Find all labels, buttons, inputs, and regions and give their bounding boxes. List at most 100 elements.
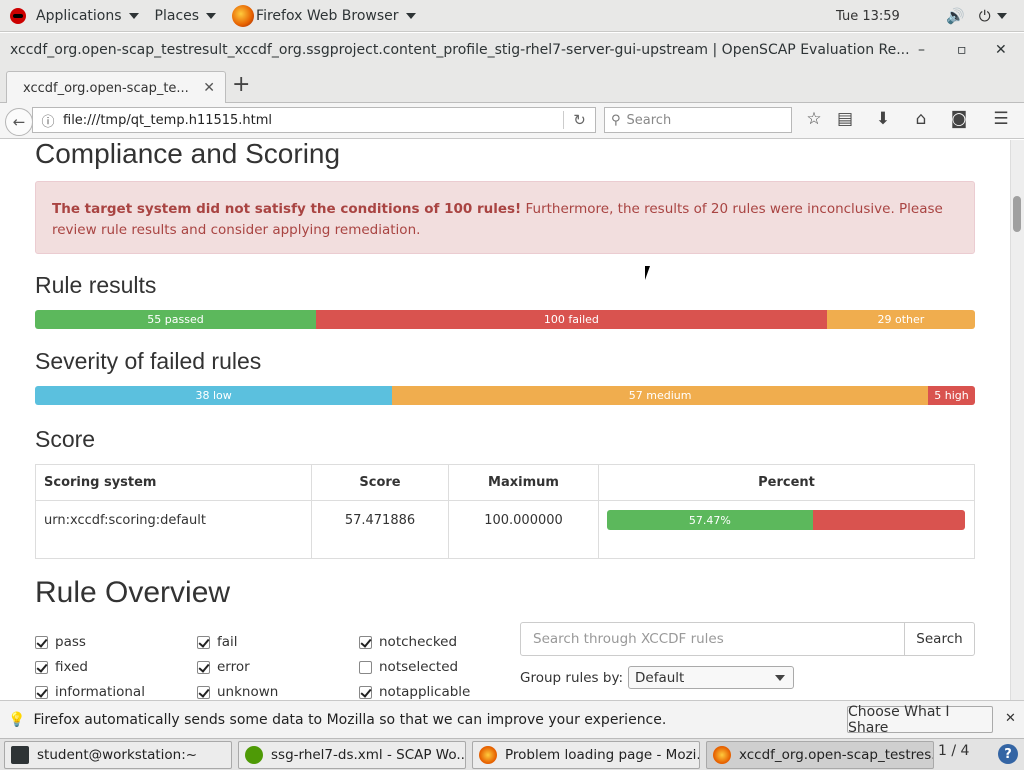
help-icon[interactable]: ? — [998, 744, 1018, 764]
rule-results-segment: 55 passed — [35, 310, 316, 329]
close-notification-icon[interactable]: ✕ — [1005, 711, 1016, 726]
taskbar-item-firefox-report[interactable]: xccdf_org.open-scap_testres... — [706, 741, 934, 769]
system-tray[interactable]: 🔊 ⏻ — [946, 0, 1007, 32]
percent-cell: 57.47% — [598, 500, 975, 559]
reading-list-icon[interactable]: ▤ — [833, 109, 857, 129]
filter-label: notselected — [379, 659, 459, 675]
filter-fixed[interactable]: fixed — [35, 659, 88, 675]
window-title: xccdf_org.open-scap_testresult_xccdf_org… — [10, 42, 910, 58]
alert-bold-text: The target system did not satisfy the co… — [52, 201, 522, 217]
pocket-icon[interactable]: ◙ — [947, 109, 971, 129]
score-heading: Score — [35, 426, 96, 452]
bookmark-star-icon[interactable]: ☆ — [802, 109, 826, 129]
minimize-button[interactable]: – — [918, 33, 925, 67]
terminal-icon — [11, 746, 29, 764]
column-header: Percent — [598, 464, 975, 501]
rule-search-placeholder: Search through XCCDF rules — [533, 631, 724, 647]
chevron-down-icon — [206, 12, 217, 19]
maximize-icon: ▫ — [957, 42, 967, 58]
checkbox-icon[interactable] — [359, 685, 372, 699]
firefox-icon — [713, 746, 731, 764]
scoring-system-cell: urn:xccdf:scoring:default — [35, 500, 312, 559]
maximize-button[interactable]: ▫ — [957, 33, 967, 67]
taskbar-item-label: xccdf_org.open-scap_testres... — [739, 747, 934, 763]
filter-error[interactable]: error — [197, 659, 250, 675]
hamburger-menu-icon[interactable]: ☰ — [989, 109, 1013, 129]
severity-segment: 38 low — [35, 386, 393, 405]
search-bar[interactable]: ⚲ Search — [604, 107, 792, 133]
table-row: urn:xccdf:scoring:default 57.471886 100.… — [35, 500, 975, 559]
checkbox-icon[interactable] — [197, 660, 210, 674]
filter-label: notchecked — [379, 634, 458, 650]
group-rules-value: Default — [635, 669, 685, 686]
arrow-left-icon: ← — [12, 113, 26, 131]
filter-label: unknown — [217, 684, 279, 700]
table-header-row: Scoring system Score Maximum Percent — [35, 464, 975, 501]
url-bar[interactable]: ⓘ file:///tmp/qt_temp.h11515.html ↻ — [32, 107, 596, 133]
applications-menu[interactable]: Applications — [0, 0, 147, 32]
severity-segment: 5 high — [927, 386, 975, 405]
workspace-pager[interactable]: 1 / 4 — [938, 743, 969, 759]
back-button[interactable]: ← — [5, 108, 33, 136]
home-icon[interactable]: ⌂ — [909, 109, 933, 129]
checkbox-icon[interactable] — [197, 635, 210, 649]
checkbox-icon[interactable] — [197, 685, 210, 699]
reload-icon[interactable]: ↻ — [563, 111, 595, 129]
scrollbar-thumb[interactable] — [1013, 196, 1021, 232]
firefox-icon — [232, 4, 255, 27]
taskbar-item-firefox-problem[interactable]: Problem loading page - Mozi... — [472, 741, 700, 769]
filter-label: fail — [217, 634, 238, 650]
checkbox-icon[interactable] — [359, 635, 372, 649]
tab-label: xccdf_org.open-scap_te... — [23, 80, 189, 96]
taskbar-item-terminal[interactable]: student@workstation:~ — [4, 741, 232, 769]
filter-fail[interactable]: fail — [197, 634, 238, 650]
redhat-logo-icon — [10, 7, 26, 24]
severity-heading: Severity of failed rules — [35, 348, 262, 374]
taskbar-item-scap-workbench[interactable]: ssg-rhel7-ds.xml - SCAP Wo... — [238, 741, 466, 769]
filter-notselected[interactable]: notselected — [359, 659, 458, 675]
percent-remaining — [812, 510, 965, 530]
tab-bar: xccdf_org.open-scap_te... ✕ — [0, 67, 1024, 104]
group-rules-select[interactable]: Default — [628, 666, 795, 689]
window-titlebar: xccdf_org.open-scap_testresult_xccdf_org… — [0, 33, 1024, 67]
rule-search-button[interactable]: Search — [904, 622, 975, 656]
filter-label: informational — [55, 684, 145, 700]
choose-what-i-share-button[interactable]: Choose What I Share — [847, 704, 993, 736]
group-rules-label: Group rules by: — [520, 669, 624, 686]
filter-notapplicable[interactable]: notapplicable — [359, 684, 470, 700]
new-tab-button[interactable]: + — [232, 72, 250, 97]
active-app-label: Firefox Web Browser — [256, 7, 399, 24]
page-content: Compliance and Scoring The target system… — [0, 140, 1010, 700]
checkbox-icon[interactable] — [359, 660, 372, 674]
notification-text: Firefox automatically sends some data to… — [33, 711, 667, 728]
compliance-alert: The target system did not satisfy the co… — [35, 181, 975, 254]
active-app-menu[interactable]: Firefox Web Browser — [224, 0, 424, 32]
filter-label: pass — [55, 634, 86, 650]
places-menu[interactable]: Places — [147, 0, 225, 32]
filter-label: error — [217, 659, 250, 675]
rule-results-segment: 29 other — [826, 310, 975, 329]
chevron-down-icon — [996, 13, 1007, 19]
rule-search-input[interactable]: Search through XCCDF rules — [520, 622, 905, 656]
filter-label: fixed — [55, 659, 88, 675]
applications-label: Applications — [36, 7, 122, 24]
clock[interactable]: Tue 13:59 — [836, 0, 900, 32]
taskbar-item-label: Problem loading page - Mozi... — [505, 747, 700, 763]
browser-tab[interactable]: xccdf_org.open-scap_te... ✕ — [6, 71, 226, 104]
checkbox-icon[interactable] — [35, 660, 48, 674]
firefox-icon — [479, 746, 497, 764]
checkbox-icon[interactable] — [35, 685, 48, 699]
close-tab-icon[interactable]: ✕ — [203, 80, 215, 96]
filter-informational[interactable]: informational — [35, 684, 145, 700]
filter-notchecked[interactable]: notchecked — [359, 634, 457, 650]
filter-unknown[interactable]: unknown — [197, 684, 278, 700]
search-icon: ⚲ — [611, 112, 621, 128]
severity-bar: 38 low 57 medium 5 high — [35, 386, 975, 405]
checkbox-icon[interactable] — [35, 635, 48, 649]
close-window-button[interactable]: ✕ — [995, 33, 1007, 67]
info-icon[interactable]: ⓘ — [33, 111, 63, 130]
filter-pass[interactable]: pass — [35, 634, 86, 650]
download-icon[interactable]: ⬇ — [871, 109, 895, 129]
info-bulb-icon: 💡 — [8, 711, 26, 728]
search-placeholder: Search — [626, 112, 672, 128]
